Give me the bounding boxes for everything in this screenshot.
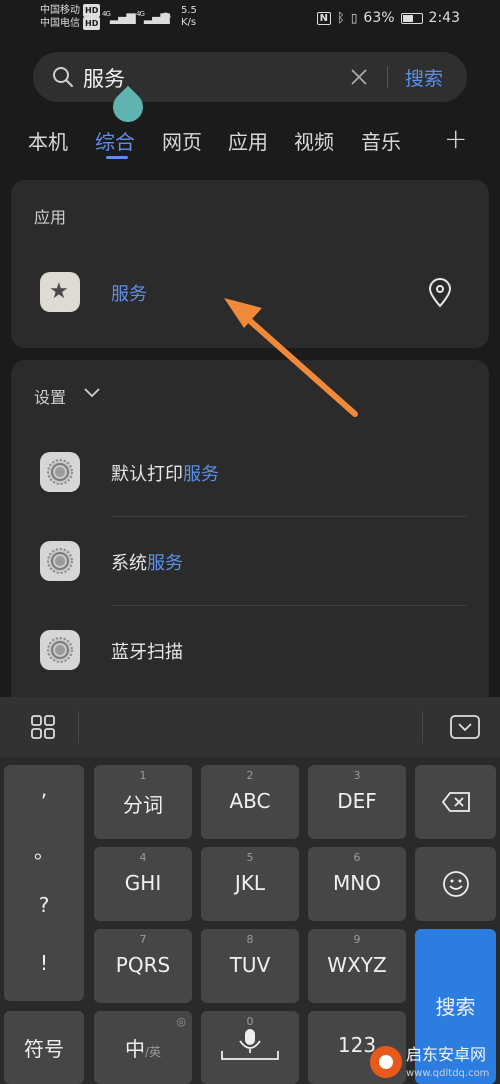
grid-icon[interactable] [30, 714, 56, 740]
emoji-key[interactable] [415, 847, 496, 921]
language-switch-key[interactable]: 中/英 ◎ [94, 1011, 192, 1084]
status-right: N ᛒ ▯ 63% 2:43 [316, 10, 460, 26]
key-5[interactable]: 5 JKL [201, 847, 299, 921]
key-7[interactable]: 7 PQRS [94, 929, 192, 1003]
svg-text:启东安卓网: 启东安卓网 [406, 1045, 486, 1064]
hide-keyboard-icon[interactable] [450, 715, 480, 739]
search-icon [53, 67, 73, 87]
punct-exclaim[interactable]: ! [4, 951, 84, 975]
tab-music[interactable]: 音乐 [361, 126, 401, 155]
keyboard: , 。 ? ! 1 分词 2 ABC 3 DEF 4 GHI 5 JKL 6 MNO 7 PQ… [0, 697, 500, 1084]
app-name: 服务 [111, 284, 147, 305]
signal-icon: 4G▂▄▆ [102, 10, 136, 24]
key-3[interactable]: 3 DEF [308, 765, 406, 839]
search-divider [387, 66, 388, 88]
tab-all[interactable]: 综合 [95, 126, 135, 155]
status-bar: 中国移动 HD 中国电信 HD 4G▂▄▆ 4G▂▄▆ ◠ 5.5 K/s N ᛒ … [0, 0, 500, 40]
watermark-logo: 启东安卓网 www.qdltdq.com [370, 1045, 489, 1079]
settings-item-label: 蓝牙扫描 [111, 642, 183, 663]
toolbar-divider [78, 711, 79, 743]
vibrate-icon: ▯ [350, 11, 358, 25]
bluetooth-icon: ᛒ [337, 10, 345, 26]
active-tab-indicator [106, 156, 128, 159]
lang-main: 中 [124, 1037, 145, 1061]
settings-gear-icon [40, 630, 80, 670]
clock: 2:43 [428, 10, 460, 26]
search-button[interactable]: 搜索 [405, 64, 443, 91]
clear-icon[interactable] [349, 67, 369, 87]
settings-gear-icon [40, 452, 80, 492]
nfc-icon: N [316, 11, 331, 25]
punct-comma[interactable]: , [4, 777, 84, 801]
tab-local[interactable]: 本机 [28, 126, 68, 155]
battery-fill [402, 14, 414, 22]
battery-icon [400, 12, 423, 24]
hd-badge: HD [83, 4, 101, 17]
carrier-1: 中国移动 [40, 5, 80, 16]
settings-section-title: 设置 [34, 388, 67, 407]
apps-section-title: 应用 [34, 208, 67, 227]
backspace-icon [441, 792, 470, 812]
app-icon: ★ [40, 272, 80, 312]
carrier-info: 中国移动 HD 中国电信 HD [40, 4, 101, 30]
key-1[interactable]: 1 分词 [94, 765, 192, 839]
tab-video[interactable]: 视频 [294, 126, 334, 155]
net-speed: 5.5 K/s [181, 5, 197, 28]
battery-percent: 63% [363, 10, 395, 26]
add-tab-button[interactable]: + [444, 122, 467, 155]
keyboard-toolbar [0, 697, 500, 757]
toolbar-divider [422, 711, 423, 743]
backspace-key[interactable] [415, 765, 496, 839]
carrier-2: 中国电信 [40, 18, 80, 29]
category-tabs: 本机 综合 网页 应用 视频 音乐 + [0, 122, 500, 162]
settings-result-card: 设置 默认打印服务 系统服务 蓝牙扫描 [11, 360, 489, 720]
symbol-key[interactable]: 符号 [4, 1011, 84, 1084]
microphone-icon [221, 1029, 279, 1060]
location-pin-icon[interactable] [427, 278, 453, 308]
tab-apps[interactable]: 应用 [228, 126, 268, 155]
key-8[interactable]: 8 TUV [201, 929, 299, 1003]
lang-sub: /英 [144, 1045, 162, 1059]
settings-item-system-service[interactable]: 系统服务 [11, 517, 489, 605]
settings-item-bluetooth-scan[interactable]: 蓝牙扫描 [11, 606, 489, 694]
settings-item-label: 系统服务 [111, 553, 183, 574]
space-key[interactable]: 0 [201, 1011, 299, 1084]
key-9[interactable]: 9 WXYZ [308, 929, 406, 1003]
settings-gear-icon [40, 541, 80, 581]
settings-item-label: 默认打印服务 [111, 464, 219, 485]
punctuation-column[interactable]: , 。 ? ! [4, 765, 84, 1001]
svg-text:www.qdltdq.com: www.qdltdq.com [406, 1068, 489, 1079]
app-result-row[interactable]: ★ 服务 [11, 250, 489, 330]
settings-item-print-service[interactable]: 默认打印服务 [11, 428, 489, 516]
punct-question[interactable]: ? [4, 893, 84, 917]
search-bar[interactable]: 服务 搜索 [33, 52, 467, 102]
emoji-icon [443, 871, 469, 897]
chevron-down-icon[interactable] [83, 386, 101, 400]
star-icon: ★ [49, 279, 69, 304]
key-4[interactable]: 4 GHI [94, 847, 192, 921]
globe-icon: ◎ [176, 1015, 186, 1028]
search-input[interactable]: 服务 [83, 63, 125, 93]
wifi-icon: ◠ [160, 10, 171, 25]
key-6[interactable]: 6 MNO [308, 847, 406, 921]
key-2[interactable]: 2 ABC [201, 765, 299, 839]
hd-badge-2: HD [83, 17, 101, 30]
apps-result-card: 应用 ★ 服务 [11, 180, 489, 348]
tab-web[interactable]: 网页 [162, 126, 202, 155]
punct-period[interactable]: 。 [4, 835, 84, 864]
